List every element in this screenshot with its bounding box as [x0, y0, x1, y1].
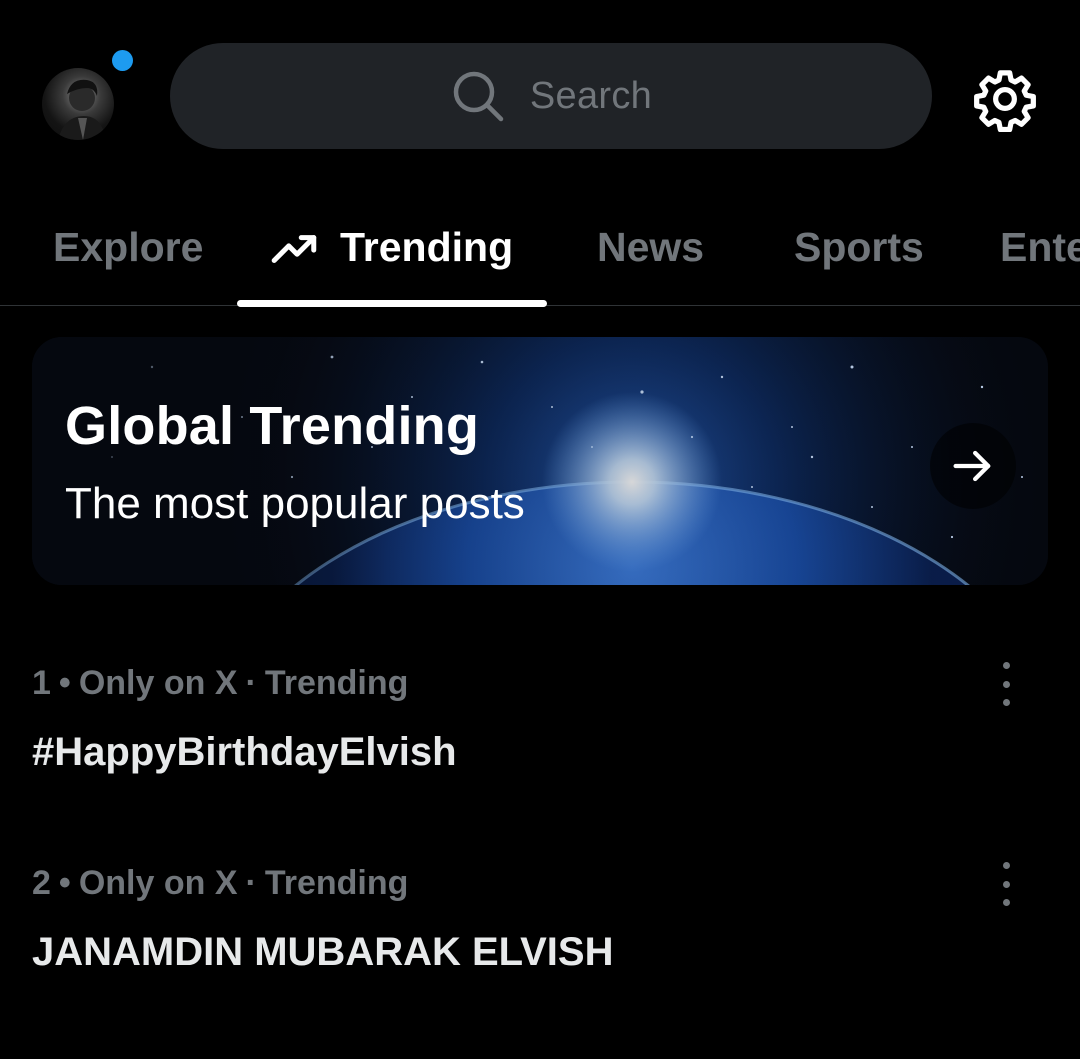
more-vertical-icon[interactable] — [986, 662, 1026, 706]
trend-category: Trending — [264, 664, 409, 702]
arrow-right-icon — [953, 450, 991, 482]
avatar[interactable] — [42, 68, 114, 140]
avatar-wrap — [42, 50, 134, 142]
tab-bar: Explore Trending News Sports Ente — [0, 190, 1080, 307]
profile-photo-icon — [58, 79, 106, 140]
search-placeholder: Search — [529, 74, 653, 117]
earth-space-image — [32, 337, 1048, 585]
tab-label: Trending — [340, 224, 514, 270]
tab-sports[interactable]: Sports — [794, 190, 924, 305]
gear-icon — [974, 70, 1036, 132]
trend-category: Trending — [264, 864, 409, 902]
trending-arrow-icon — [271, 234, 317, 263]
dot-separator: · — [245, 864, 257, 902]
dot-separator: · — [245, 664, 257, 702]
settings-button[interactable] — [972, 66, 1038, 132]
tab-explore[interactable]: Explore — [53, 190, 203, 305]
tab-label: Explore — [53, 224, 204, 270]
tab-label: News — [597, 224, 705, 270]
bullet-separator: • — [58, 864, 71, 902]
search-icon — [453, 71, 504, 122]
tab-entertainment[interactable]: Ente — [1000, 190, 1080, 305]
trend-title: JANAMDIN MUBARAK ELVISH — [32, 930, 614, 974]
bullet-separator: • — [58, 664, 71, 702]
tab-news[interactable]: News — [597, 190, 704, 305]
banner-arrow-button[interactable] — [930, 423, 1016, 509]
trend-meta: 2 • Only on X · Trending — [32, 864, 408, 903]
trend-source: Only on X — [78, 664, 238, 702]
tab-label: Sports — [794, 224, 924, 270]
more-vertical-icon[interactable] — [986, 862, 1026, 906]
trend-title: #HappyBirthdayElvish — [32, 730, 457, 774]
banner-subtitle: The most popular posts — [65, 479, 525, 528]
active-tab-indicator — [237, 300, 547, 307]
trend-meta: 1 • Only on X · Trending — [32, 664, 408, 703]
trend-list-item[interactable]: 2 • Only on X · Trending JANAMDIN MUBARAK EL… — [0, 850, 1080, 1040]
trend-rank: 2 — [32, 864, 51, 902]
banner-title: Global Trending — [65, 396, 480, 456]
notification-dot — [112, 50, 133, 71]
trend-source: Only on X — [78, 864, 238, 902]
trend-rank: 1 — [32, 664, 51, 702]
tab-trending[interactable]: Trending — [270, 190, 513, 305]
trend-list-item[interactable]: 1 • Only on X · Trending #HappyBirthdayElvis… — [0, 650, 1080, 840]
search-input[interactable]: Search — [170, 43, 932, 149]
tab-label: Ente — [1000, 224, 1080, 270]
global-trending-banner[interactable]: Global Trending The most popular posts — [32, 337, 1048, 585]
